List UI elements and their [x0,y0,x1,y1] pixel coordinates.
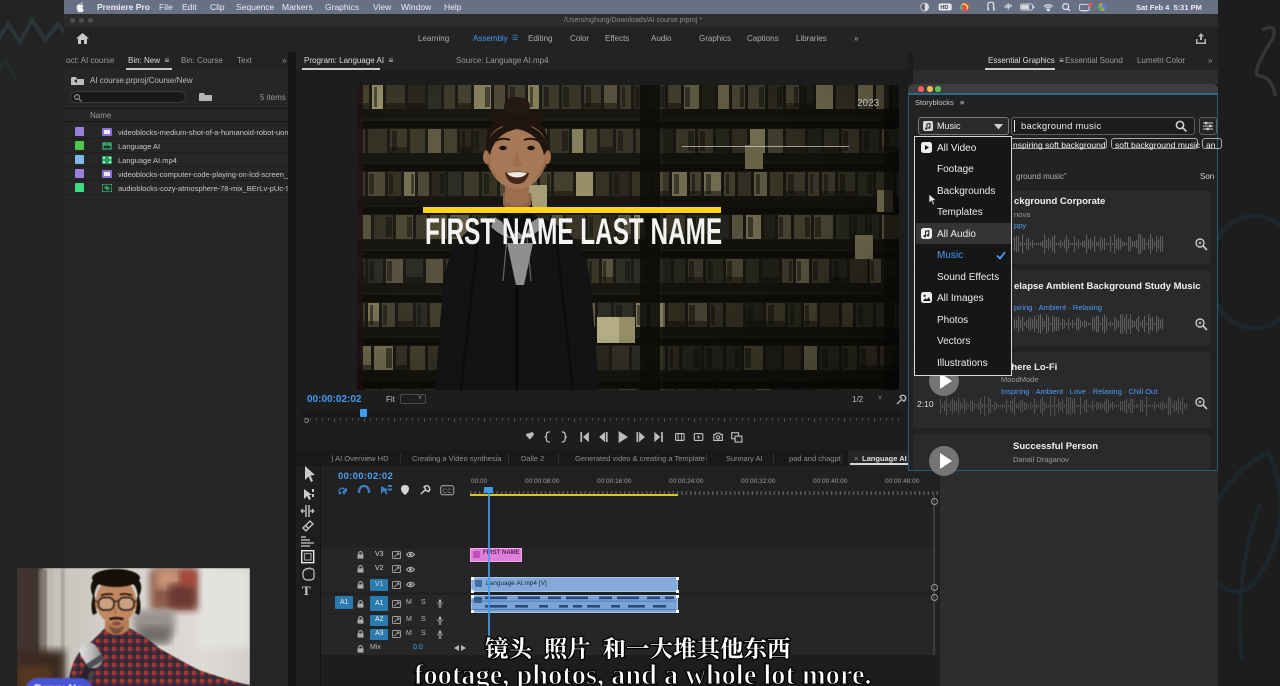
svg-text:CC: CC [443,488,453,495]
svg-text:HD: HD [940,5,948,11]
svg-text:T: T [302,583,311,598]
